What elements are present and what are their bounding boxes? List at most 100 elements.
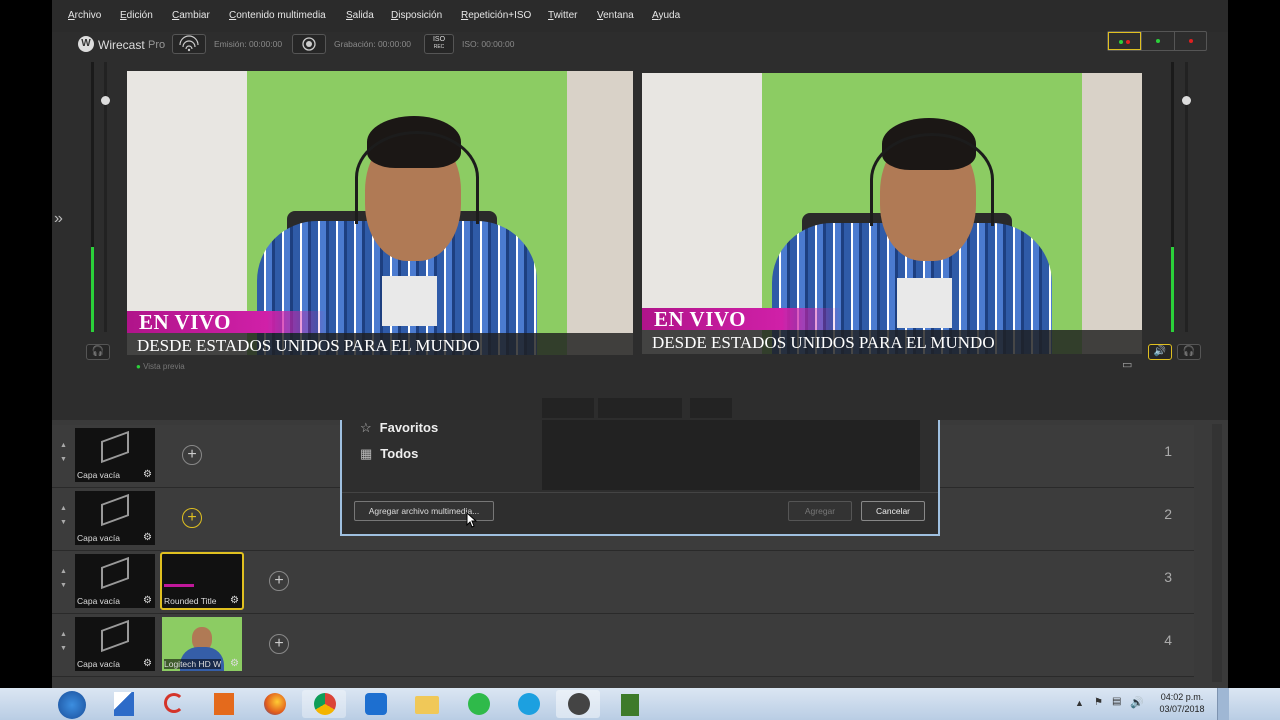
add-shot-button[interactable]: +	[182, 508, 202, 528]
firefox-icon[interactable]	[252, 690, 296, 718]
add-shot-button[interactable]: +	[269, 634, 289, 654]
shot-label: Capa vacía	[77, 533, 120, 543]
headphones-icon: 🎧	[91, 346, 105, 357]
preview-lower-third-title: EN VIVO	[127, 310, 327, 334]
shot-label: Capa vacía	[77, 470, 120, 480]
gear-icon[interactable]: ⚙	[143, 469, 152, 480]
menu-salida[interactable]: Salida	[346, 10, 374, 21]
start-icon[interactable]	[58, 691, 86, 719]
preview-title-text: EN VIVO	[139, 310, 231, 334]
menu-edicion[interactable]: Edición	[120, 10, 153, 21]
folder-icon[interactable]	[404, 690, 448, 718]
shot-empty-layer[interactable]: Capa vacía ⚙	[75, 428, 155, 482]
gear-icon[interactable]: ⚙	[230, 658, 239, 669]
left-volume-slider[interactable]	[101, 62, 110, 332]
iso-badge-bottom: REC	[433, 44, 445, 50]
wirecast-window: Archivo Edición Cambiar Contenido multim…	[52, 0, 1228, 688]
shot-webcam[interactable]: Logitech HD W ⚙	[162, 617, 242, 671]
add-shot-button[interactable]: +	[269, 571, 289, 591]
add-shot-button[interactable]: +	[182, 445, 202, 465]
category-todos[interactable]: ▦ Todos	[360, 446, 418, 462]
preview-lower-third-subtitle: DESDE ESTADOS UNIDOS PARA EL MUNDO	[127, 333, 633, 355]
flag-icon[interactable]: ⚑	[1094, 697, 1103, 708]
person-undershirt	[897, 278, 952, 328]
chrome-icon[interactable]	[302, 690, 346, 718]
left-volume-knob[interactable]	[101, 96, 110, 105]
shot-empty-layer[interactable]: Capa vacía ⚙	[75, 617, 155, 671]
right-audio-meter	[1171, 62, 1174, 332]
live-lower-third-title: EN VIVO	[642, 307, 842, 331]
menu-ventana[interactable]: Ventana	[597, 10, 634, 21]
menu-contenido-multimedia[interactable]: Contenido multimedia	[229, 10, 326, 21]
gear-icon[interactable]: ⚙	[143, 595, 152, 606]
windows-taskbar: ▲ ⚑ ▤ 🔊 04:02 p.m. 03/07/2018	[0, 688, 1280, 720]
live-video[interactable]: EN VIVO DESDE ESTADOS UNIDOS PARA EL MUN…	[642, 73, 1142, 354]
layer-number: 1	[1164, 443, 1172, 459]
preview-area: 🎧 EN VIVO DESDE ESTADOS UNIDOS PARA EL M…	[72, 58, 1228, 418]
broadcast-icon	[179, 35, 199, 52]
preview-label: ● Vista previa	[136, 362, 185, 371]
menu-repeticion-iso[interactable]: Repetición+ISO	[461, 10, 531, 21]
live-headphones-button[interactable]: 🎧	[1177, 344, 1201, 360]
record-button[interactable]	[292, 34, 326, 54]
background-door	[567, 71, 633, 355]
ccleaner-icon[interactable]	[152, 690, 196, 718]
layers-scrollbar[interactable]	[1212, 424, 1222, 682]
menu-ayuda[interactable]: Ayuda	[652, 10, 680, 21]
gear-icon[interactable]: ⚙	[230, 595, 239, 606]
expand-sidebar-chevron-icon[interactable]: »	[54, 210, 63, 228]
menu-cambiar[interactable]: Cambiar	[172, 10, 210, 21]
gear-icon[interactable]: ⚙	[143, 532, 152, 543]
shot-empty-layer[interactable]: Capa vacía ⚙	[75, 491, 155, 545]
monitor-icon[interactable]: ▭	[1122, 358, 1132, 371]
dialog-divider	[342, 492, 938, 493]
title-thumbnail-bar	[164, 584, 194, 587]
layer-reorder-arrows-icon[interactable]: ▲ ▼	[60, 628, 67, 656]
show-desktop-button[interactable]	[1217, 688, 1229, 720]
layout-dual-button[interactable]	[1108, 32, 1141, 50]
right-volume-slider[interactable]	[1182, 62, 1191, 332]
office-icon[interactable]	[202, 690, 246, 718]
network-icon[interactable]: ▤	[1112, 696, 1121, 707]
layer-reorder-arrows-icon[interactable]: ▲ ▼	[60, 439, 67, 467]
teamviewer-icon[interactable]	[354, 690, 398, 718]
volume-icon[interactable]: 🔊	[1130, 696, 1144, 709]
gear-icon[interactable]: ⚙	[143, 658, 152, 669]
skype-icon[interactable]	[506, 690, 550, 718]
wirecast-icon[interactable]	[102, 690, 146, 718]
headset	[870, 133, 994, 226]
layer-number: 4	[1164, 632, 1172, 648]
live-lower-third-subtitle: DESDE ESTADOS UNIDOS PARA EL MUNDO	[642, 330, 1142, 354]
category-favoritos[interactable]: ☆ Favoritos	[360, 420, 438, 436]
app-name: Wirecast	[98, 38, 145, 52]
right-volume-knob[interactable]	[1182, 96, 1191, 105]
stream-button[interactable]	[172, 34, 206, 54]
menu-archivo[interactable]: Archivo	[68, 10, 101, 21]
menu-disposicion[interactable]: Disposición	[391, 10, 442, 21]
placeholder-bar	[598, 398, 682, 418]
layer-reorder-arrows-icon[interactable]: ▲ ▼	[60, 502, 67, 530]
layout-preview-button[interactable]	[1141, 32, 1174, 50]
iso-record-button[interactable]: ISO REC	[424, 34, 454, 54]
shot-rounded-title[interactable]: Rounded Title ⚙	[160, 552, 244, 610]
add-button[interactable]: Agregar	[788, 501, 852, 521]
menu-bar: Archivo Edición Cambiar Contenido multim…	[52, 0, 1228, 32]
layer-reorder-arrows-icon[interactable]: ▲ ▼	[60, 565, 67, 593]
cancel-button[interactable]: Cancelar	[861, 501, 925, 521]
shot-empty-layer[interactable]: Capa vacía ⚙	[75, 554, 155, 608]
tray-expand-icon[interactable]: ▲	[1075, 698, 1084, 708]
preview-headphones-button[interactable]: 🎧	[86, 344, 110, 360]
live-subtitle-text: DESDE ESTADOS UNIDOS PARA EL MUNDO	[652, 333, 995, 352]
preview-video[interactable]: EN VIVO DESDE ESTADOS UNIDOS PARA EL MUN…	[127, 71, 633, 355]
camtasia-icon[interactable]	[608, 690, 652, 718]
layout-live-button[interactable]	[1174, 32, 1206, 50]
live-speaker-button[interactable]: 🔊	[1148, 344, 1172, 360]
wirecast-taskbar-icon[interactable]	[556, 690, 600, 718]
whatsapp-icon[interactable]	[456, 690, 500, 718]
headphones-icon: 🎧	[1182, 346, 1196, 357]
favoritos-label: Favoritos	[379, 420, 439, 435]
toolbar: W Wirecast Pro Emisión: 00:00:00 Grabaci…	[52, 31, 1228, 58]
menu-twitter[interactable]: Twitter	[548, 10, 577, 21]
record-timer: Grabación: 00:00:00	[334, 39, 412, 49]
system-clock[interactable]: 04:02 p.m. 03/07/2018	[1152, 691, 1212, 715]
